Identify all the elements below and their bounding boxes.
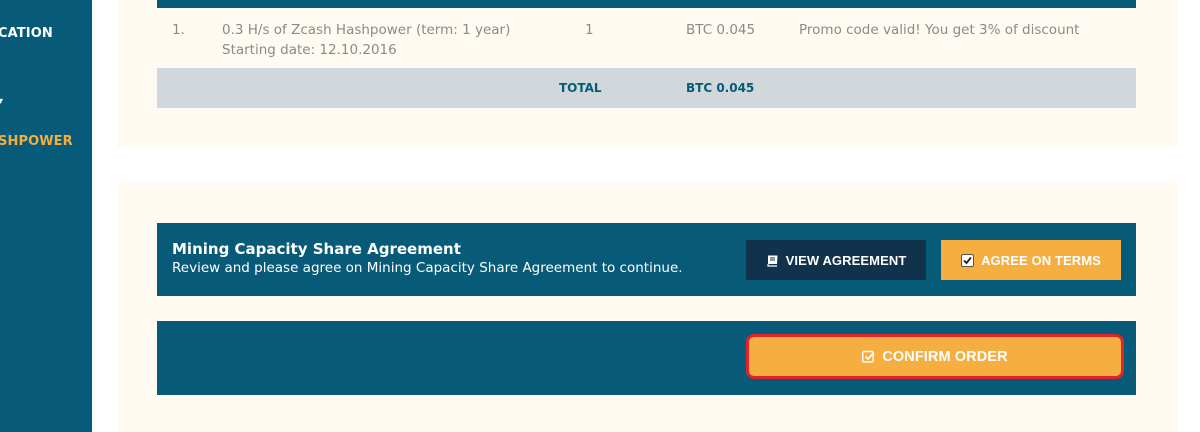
total-label: TOTAL xyxy=(559,81,602,95)
sidebar-item-verification[interactable]: CATION xyxy=(0,26,53,41)
checkbox-checked-icon[interactable] xyxy=(961,253,975,267)
view-agreement-button[interactable]: VIEW AGREEMENT xyxy=(746,240,926,280)
agree-terms-button[interactable]: AGREE ON TERMS xyxy=(941,240,1121,280)
agreement-panel: Mining Capacity Share Agreement Review a… xyxy=(117,183,1177,432)
order-summary-panel: 1. 0.3 H/s of Zcash Hashpower (term: 1 y… xyxy=(117,0,1177,148)
agreement-title: Mining Capacity Share Agreement xyxy=(172,240,461,258)
book-icon xyxy=(766,254,779,267)
table-row: 1. 0.3 H/s of Zcash Hashpower (term: 1 y… xyxy=(157,8,1136,68)
row-description: 0.3 H/s of Zcash Hashpower (term: 1 year… xyxy=(222,20,510,60)
row-quantity: 1 xyxy=(585,22,594,38)
row-number: 1. xyxy=(172,22,185,38)
view-agreement-label: VIEW AGREEMENT xyxy=(785,252,907,268)
table-header-bar xyxy=(157,0,1136,8)
check-square-icon xyxy=(862,350,875,363)
total-row: TOTAL BTC 0.045 xyxy=(157,68,1136,108)
row-description-line1: 0.3 H/s of Zcash Hashpower (term: 1 year… xyxy=(222,22,511,38)
confirm-order-label: CONFIRM ORDER xyxy=(882,348,1008,365)
confirm-box: CONFIRM ORDER xyxy=(157,321,1136,395)
sidebar-dropdown-caret[interactable]: ▾ xyxy=(0,96,3,107)
row-price: BTC 0.045 xyxy=(686,22,756,38)
agreement-box: Mining Capacity Share Agreement Review a… xyxy=(157,223,1136,296)
total-value: BTC 0.045 xyxy=(686,81,755,95)
agree-terms-label: AGREE ON TERMS xyxy=(981,252,1101,268)
row-description-line2: Starting date: 12.10.2016 xyxy=(222,42,397,58)
confirm-order-button[interactable]: CONFIRM ORDER xyxy=(746,334,1124,379)
sidebar-item-hashpower[interactable]: SHPOWER xyxy=(0,134,73,149)
row-promo-note: Promo code valid! You get 3% of discount xyxy=(799,22,1080,38)
sidebar: CATION ▾ SHPOWER xyxy=(0,0,92,432)
agreement-subtitle: Review and please agree on Mining Capaci… xyxy=(172,260,683,276)
